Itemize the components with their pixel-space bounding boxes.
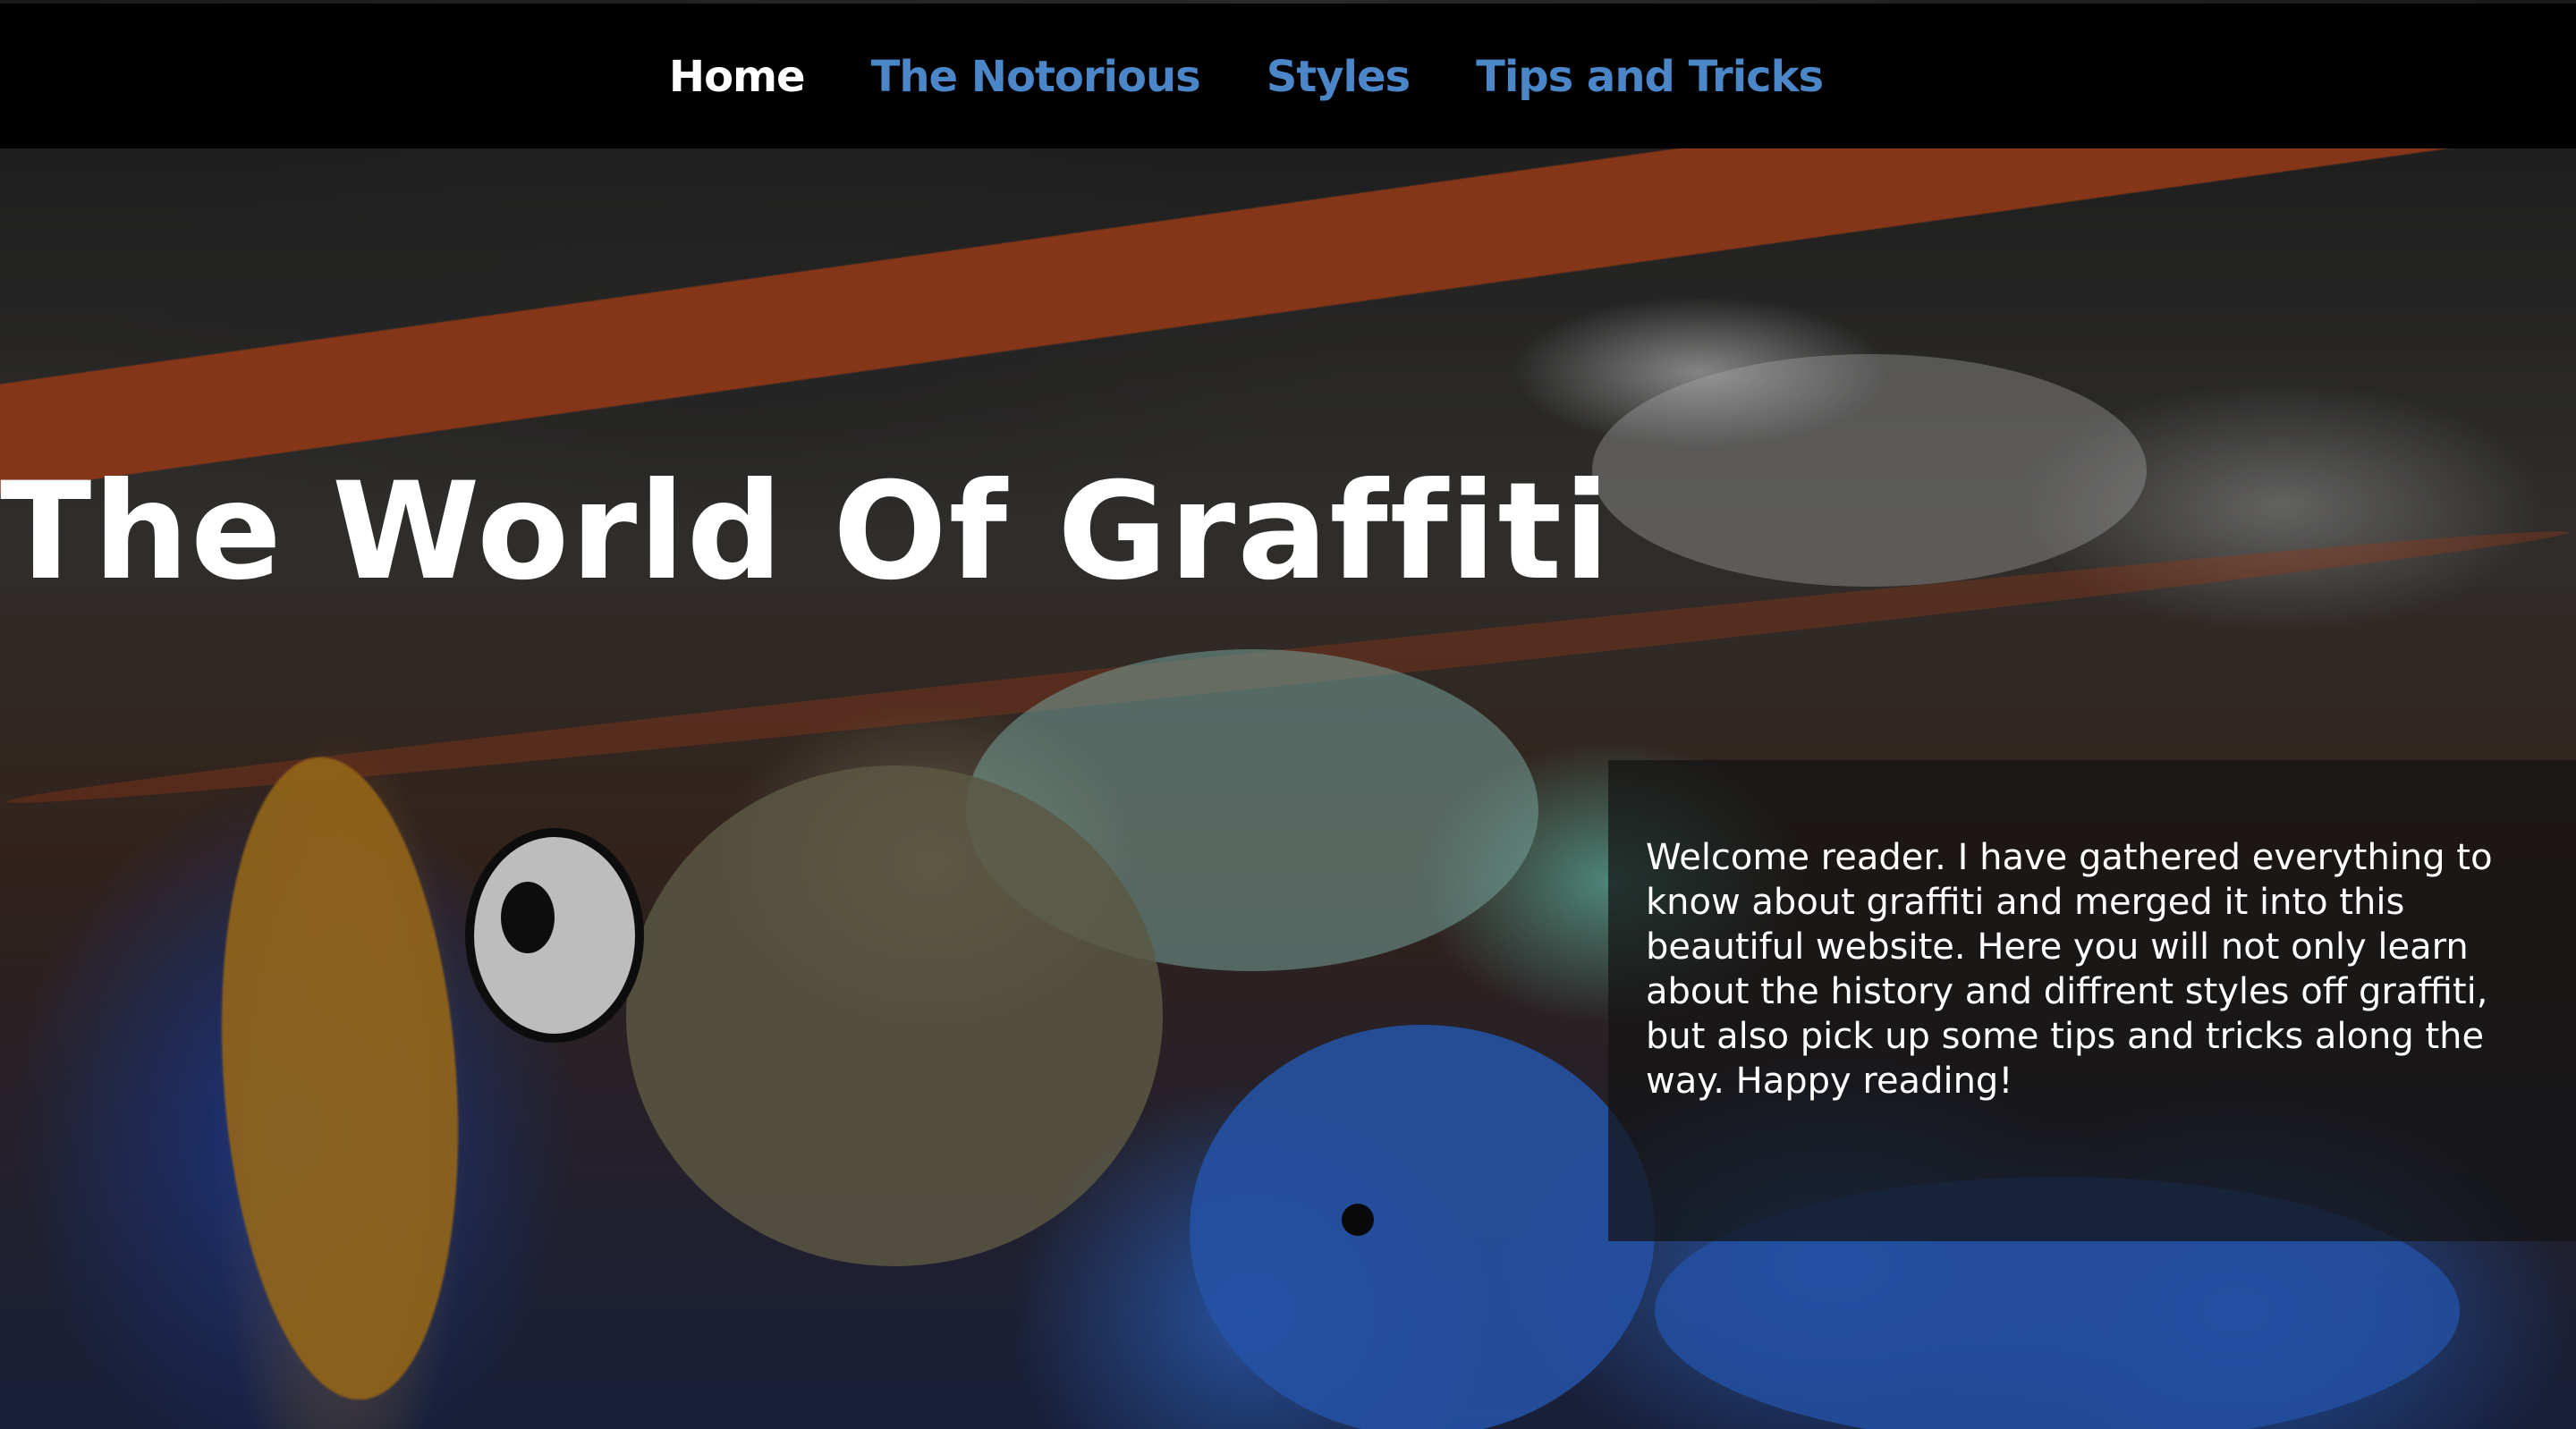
nav-link-home[interactable]: Home (669, 52, 806, 102)
nav-item-styles: Styles (1267, 52, 1411, 102)
nav-link-the-notorious[interactable]: The Notorious (871, 52, 1201, 102)
page: Home The Notorious Styles Tips and Trick… (0, 0, 2576, 1429)
nav-item-the-notorious: The Notorious (871, 52, 1201, 102)
nav-link-styles[interactable]: Styles (1267, 52, 1411, 102)
intro-paragraph: Welcome reader. I have gathered everythi… (1646, 837, 2493, 1102)
nav-item-home: Home (669, 52, 806, 102)
top-navigation-bar: Home The Notorious Styles Tips and Trick… (0, 0, 2576, 148)
nav-item-tips-and-tricks: Tips and Tricks (1476, 52, 1824, 102)
nav-menu: Home The Notorious Styles Tips and Trick… (0, 52, 2576, 102)
nav-link-tips-and-tricks[interactable]: Tips and Tricks (1476, 52, 1824, 102)
page-title: The World Of Graffiti (0, 454, 1612, 610)
intro-text-panel: Welcome reader. I have gathered everythi… (1608, 760, 2576, 1241)
nav-top-border (0, 0, 2576, 4)
